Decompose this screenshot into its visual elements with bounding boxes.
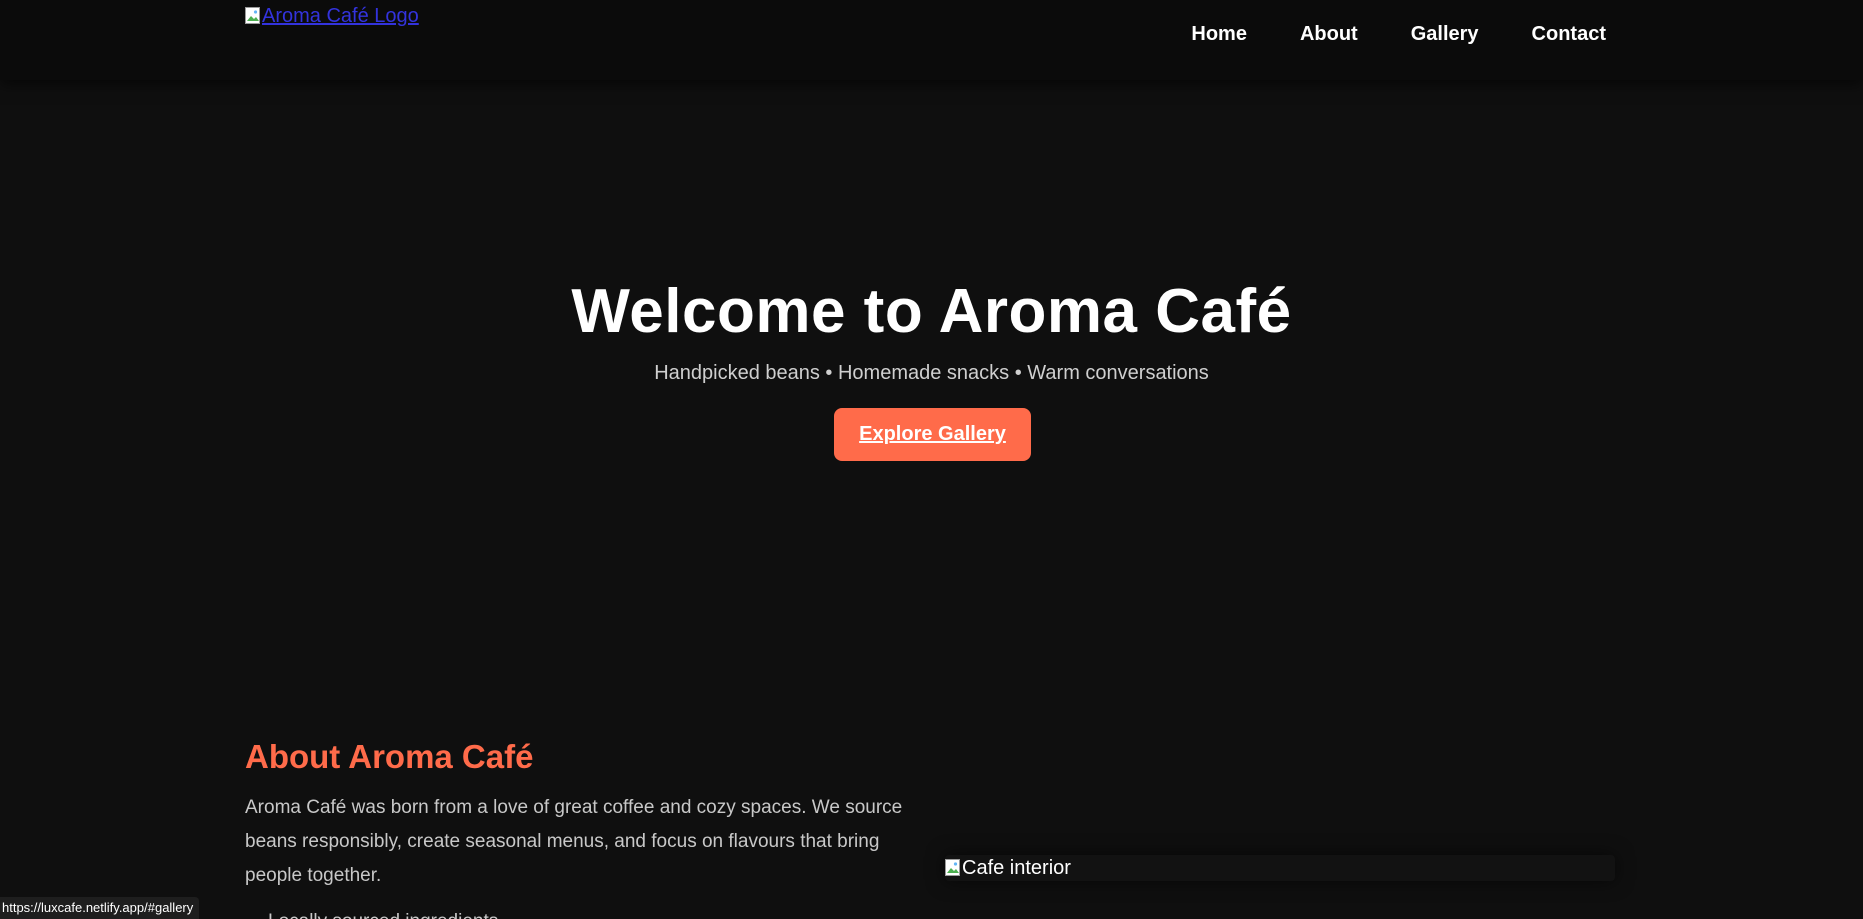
list-item: Locally sourced ingredients (245, 905, 905, 919)
image-alt-text: Cafe interior (962, 856, 1071, 879)
list-item-label: Locally sourced ingredients (268, 911, 498, 919)
about-title: About Aroma Café (245, 738, 534, 775)
cafe-interior-image: Cafe interior (945, 855, 1615, 881)
nav-home[interactable]: Home (1191, 20, 1247, 48)
about-feature-list: Locally sourced ingredients (245, 905, 905, 919)
about-section: About Aroma Café Aroma Café was born fro… (245, 735, 905, 919)
site-header: Aroma Café Logo Home About Gallery Conta… (0, 0, 1863, 80)
main-nav: Home About Gallery Contact (1191, 20, 1606, 48)
about-text: Aroma Café was born from a love of great… (245, 797, 903, 886)
broken-image-icon (245, 7, 261, 25)
link-status-bar: https://luxcafe.netlify.app/#gallery (0, 897, 200, 919)
logo-link[interactable]: Aroma Café Logo (245, 4, 419, 28)
nav-about[interactable]: About (1300, 20, 1358, 48)
nav-gallery[interactable]: Gallery (1411, 20, 1479, 48)
hero-subtitle: Handpicked beans • Homemade snacks • War… (654, 362, 1209, 384)
hero-section: Welcome to Aroma Café Handpicked beans •… (0, 80, 1863, 700)
logo-alt-text: Aroma Café Logo (262, 5, 419, 27)
explore-gallery-button[interactable]: Explore Gallery (834, 408, 1031, 461)
hero-title: Welcome to Aroma Café (571, 277, 1292, 346)
broken-image-icon (945, 859, 961, 877)
nav-contact[interactable]: Contact (1532, 20, 1606, 48)
page: Aroma Café Logo Home About Gallery Conta… (0, 0, 1863, 919)
